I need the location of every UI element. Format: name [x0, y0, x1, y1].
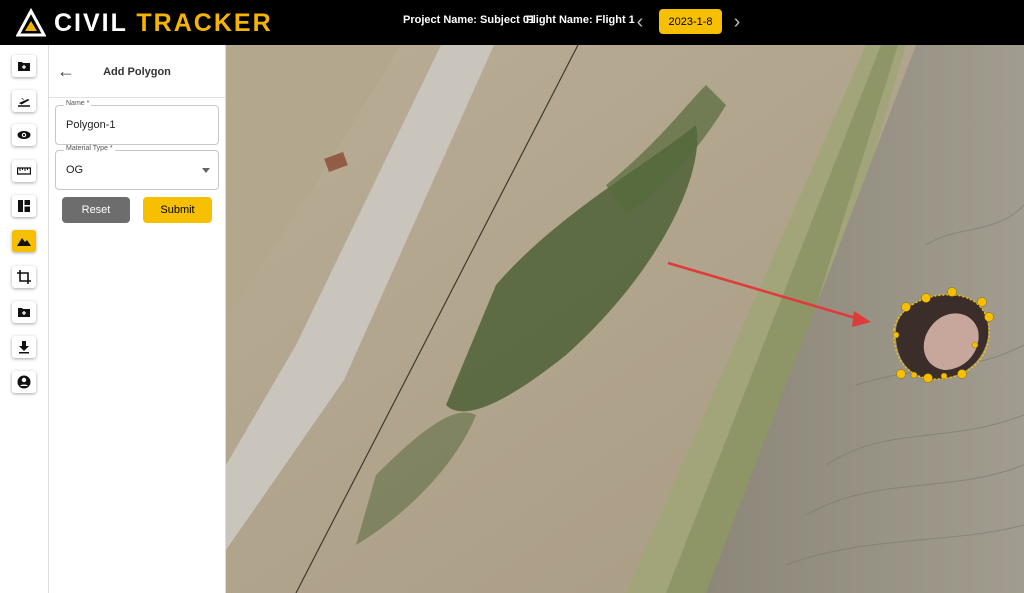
- polygon-vertex[interactable]: [921, 293, 931, 303]
- flight-icon: [18, 98, 30, 107]
- add-folder-icon: [18, 308, 30, 317]
- caret-down-icon[interactable]: [202, 168, 210, 173]
- material-type-select[interactable]: Material Type * OG: [55, 145, 219, 190]
- crop-icon: [17, 270, 31, 284]
- polygon-vertex[interactable]: [957, 369, 967, 379]
- logo-accent-text: TRACKER: [136, 8, 273, 37]
- add-folder-button[interactable]: [12, 301, 36, 323]
- polygon-vertex[interactable]: [984, 312, 994, 322]
- flight-button[interactable]: [12, 90, 36, 112]
- polygon-vertex[interactable]: [901, 302, 911, 312]
- polygon-vertex[interactable]: [940, 372, 948, 380]
- name-field-label: Name *: [64, 100, 92, 107]
- logo-primary-text: CIVIL: [54, 8, 128, 37]
- name-field[interactable]: Name * Polygon-1: [55, 100, 219, 145]
- download-button[interactable]: [12, 336, 36, 358]
- next-date-button[interactable]: ›: [727, 10, 747, 34]
- polygon-vertex[interactable]: [896, 369, 906, 379]
- measure-button[interactable]: [12, 160, 36, 182]
- material-type-value[interactable]: OG: [66, 164, 83, 176]
- submit-button[interactable]: Submit: [143, 197, 212, 223]
- panel-title: Add Polygon: [103, 66, 171, 78]
- dashboard-button[interactable]: [12, 195, 36, 217]
- account-icon: [17, 375, 31, 389]
- add-project-button[interactable]: [12, 55, 36, 77]
- map-view[interactable]: [226, 45, 1024, 593]
- top-bar: CIVIL TRACKER Project Name: Subject 01 F…: [0, 0, 1024, 45]
- tool-rail: [0, 45, 49, 593]
- name-field-value[interactable]: Polygon-1: [66, 119, 116, 131]
- polygon-vertex[interactable]: [947, 287, 957, 297]
- chevron-left-icon: ‹: [636, 10, 644, 33]
- polygon-vertex[interactable]: [971, 341, 979, 349]
- chevron-right-icon: ›: [733, 10, 741, 33]
- date-selector-button[interactable]: 2023-1-8: [659, 9, 722, 34]
- polygon-vertex[interactable]: [910, 371, 918, 379]
- logo-mark-icon: [16, 8, 46, 37]
- polygon-vertex[interactable]: [977, 297, 987, 307]
- account-button[interactable]: [12, 371, 36, 393]
- add-polygon-panel: ← Add Polygon Name * Polygon-1 Material …: [49, 45, 226, 593]
- polygon-vertex[interactable]: [892, 331, 900, 339]
- download-icon: [19, 341, 29, 354]
- add-folder-icon: [18, 62, 30, 71]
- project-name: Project Name: Subject 01: [403, 14, 536, 26]
- panel-header: ← Add Polygon: [49, 45, 225, 98]
- app-logo: CIVIL TRACKER: [16, 8, 273, 38]
- reset-button[interactable]: Reset: [62, 197, 130, 223]
- terrain-icon: [17, 238, 31, 246]
- previous-date-button[interactable]: ‹: [630, 10, 650, 34]
- eye-icon: [17, 131, 31, 139]
- view-button[interactable]: [12, 124, 36, 146]
- add-polygon-tool-button[interactable]: [12, 230, 36, 252]
- dashboard-icon: [18, 200, 30, 212]
- crop-button[interactable]: [12, 266, 36, 288]
- flight-name: Flight Name: Flight 1: [526, 14, 635, 26]
- material-type-label: Material Type *: [64, 145, 115, 152]
- polygon-vertex[interactable]: [923, 373, 933, 383]
- aerial-imagery[interactable]: [226, 45, 1024, 593]
- app-name: CIVIL TRACKER: [54, 9, 273, 38]
- ruler-icon: [17, 167, 31, 175]
